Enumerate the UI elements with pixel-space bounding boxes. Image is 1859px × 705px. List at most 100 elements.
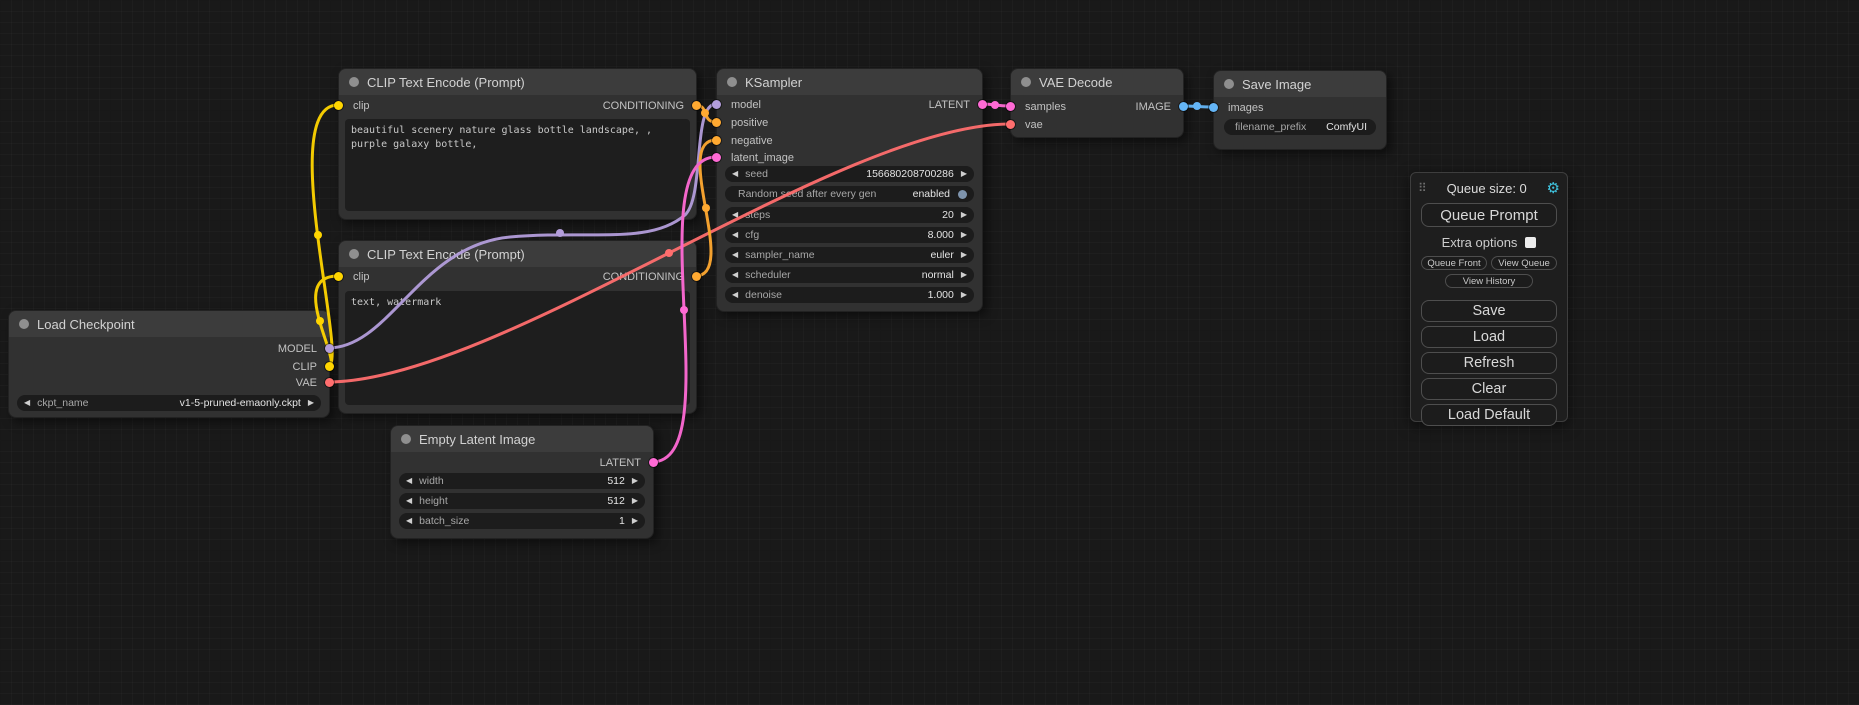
image-output-dot[interactable] xyxy=(1179,102,1188,111)
scheduler-widget[interactable]: ◀ scheduler normal ▶ xyxy=(725,267,974,283)
view-queue-button[interactable]: View Queue xyxy=(1491,256,1557,270)
increment-arrow-icon[interactable]: ▶ xyxy=(632,497,638,505)
node-graph-canvas[interactable]: Load Checkpoint MODEL CLIP VAE ◀ ckpt_na… xyxy=(0,0,1859,705)
denoise-widget[interactable]: ◀ denoise 1.000 ▶ xyxy=(725,287,974,303)
decrement-arrow-icon[interactable]: ◀ xyxy=(732,251,738,259)
input-slot-negative-label: negative xyxy=(731,134,773,148)
output-slot-image-label: IMAGE xyxy=(1136,100,1171,114)
widget-value: v1-5-pruned-emaonly.ckpt xyxy=(180,397,301,409)
decrement-arrow-icon[interactable]: ◀ xyxy=(732,211,738,219)
collapse-dot-icon[interactable] xyxy=(1021,77,1031,87)
collapse-dot-icon[interactable] xyxy=(19,319,29,329)
node-title: Save Image xyxy=(1242,77,1311,92)
steps-widget[interactable]: ◀ steps 20 ▶ xyxy=(725,207,974,223)
output-slot-vae-label: VAE xyxy=(296,376,317,390)
save-button[interactable]: Save xyxy=(1421,300,1557,322)
clip-output-dot[interactable] xyxy=(325,362,334,371)
node-title-bar[interactable]: KSampler xyxy=(717,69,982,95)
node-clip-text-encode-negative[interactable]: CLIP Text Encode (Prompt) clip CONDITION… xyxy=(338,240,697,414)
ckpt-name-widget[interactable]: ◀ ckpt_name v1-5-pruned-emaonly.ckpt ▶ xyxy=(17,395,321,411)
node-ksampler[interactable]: KSampler model positive negative latent_… xyxy=(716,68,983,312)
decrement-arrow-icon[interactable]: ◀ xyxy=(406,517,412,525)
samples-input-dot[interactable] xyxy=(1006,102,1015,111)
decrement-arrow-icon[interactable]: ◀ xyxy=(24,399,30,407)
widget-value: 156680208700286 xyxy=(866,168,954,180)
output-slot-clip-label: CLIP xyxy=(293,360,317,374)
widget-label: cfg xyxy=(745,229,759,241)
node-title-bar[interactable]: CLIP Text Encode (Prompt) xyxy=(339,69,696,95)
batch-size-widget[interactable]: ◀ batch_size 1 ▶ xyxy=(399,513,645,529)
negative-prompt-textarea[interactable]: text, watermark xyxy=(345,291,690,405)
model-input-dot[interactable] xyxy=(712,100,721,109)
decrement-arrow-icon[interactable]: ◀ xyxy=(732,271,738,279)
increment-arrow-icon[interactable]: ▶ xyxy=(961,291,967,299)
seed-widget[interactable]: ◀ seed 156680208700286 ▶ xyxy=(725,166,974,182)
increment-arrow-icon[interactable]: ▶ xyxy=(961,211,967,219)
conditioning-output-dot[interactable] xyxy=(692,101,701,110)
queue-size-label: Queue size: 0 xyxy=(1427,181,1547,196)
refresh-button[interactable]: Refresh xyxy=(1421,352,1557,374)
collapse-dot-icon[interactable] xyxy=(401,434,411,444)
decrement-arrow-icon[interactable]: ◀ xyxy=(406,497,412,505)
model-output-dot[interactable] xyxy=(325,344,334,353)
images-input-dot[interactable] xyxy=(1209,103,1218,112)
filename-prefix-widget[interactable]: filename_prefix ComfyUI xyxy=(1224,119,1376,135)
view-history-button[interactable]: View History xyxy=(1445,274,1533,288)
latent-output-dot[interactable] xyxy=(978,100,987,109)
decrement-arrow-icon[interactable]: ◀ xyxy=(406,477,412,485)
widget-value: 512 xyxy=(607,475,625,487)
decrement-arrow-icon[interactable]: ◀ xyxy=(732,291,738,299)
load-button[interactable]: Load xyxy=(1421,326,1557,348)
clip-input-dot[interactable] xyxy=(334,272,343,281)
node-load-checkpoint[interactable]: Load Checkpoint MODEL CLIP VAE ◀ ckpt_na… xyxy=(8,310,330,418)
clear-button[interactable]: Clear xyxy=(1421,378,1557,400)
increment-arrow-icon[interactable]: ▶ xyxy=(308,399,314,407)
node-title-bar[interactable]: Save Image xyxy=(1214,71,1386,97)
width-widget[interactable]: ◀ width 512 ▶ xyxy=(399,473,645,489)
height-widget[interactable]: ◀ height 512 ▶ xyxy=(399,493,645,509)
output-slot-latent-label: LATENT xyxy=(600,456,641,470)
node-title-bar[interactable]: Empty Latent Image xyxy=(391,426,653,452)
latent-output-dot[interactable] xyxy=(649,458,658,467)
collapse-dot-icon[interactable] xyxy=(1224,79,1234,89)
increment-arrow-icon[interactable]: ▶ xyxy=(961,271,967,279)
input-slot-clip-label: clip xyxy=(353,99,370,113)
cfg-widget[interactable]: ◀ cfg 8.000 ▶ xyxy=(725,227,974,243)
decrement-arrow-icon[interactable]: ◀ xyxy=(732,170,738,178)
drag-handle-icon[interactable]: ⠿ xyxy=(1418,181,1427,195)
node-empty-latent-image[interactable]: Empty Latent Image LATENT ◀ width 512 ▶ … xyxy=(390,425,654,539)
increment-arrow-icon[interactable]: ▶ xyxy=(961,251,967,259)
extra-options-checkbox[interactable] xyxy=(1525,237,1536,248)
collapse-dot-icon[interactable] xyxy=(349,77,359,87)
sampler-name-widget[interactable]: ◀ sampler_name euler ▶ xyxy=(725,247,974,263)
random-seed-toggle-widget[interactable]: Random seed after every gen enabled xyxy=(725,186,974,202)
node-title-bar[interactable]: Load Checkpoint xyxy=(9,311,329,337)
load-default-button[interactable]: Load Default xyxy=(1421,404,1557,426)
node-title-bar[interactable]: CLIP Text Encode (Prompt) xyxy=(339,241,696,267)
queue-front-button[interactable]: Queue Front xyxy=(1421,256,1487,270)
toggle-dot-icon[interactable] xyxy=(958,190,967,199)
increment-arrow-icon[interactable]: ▶ xyxy=(961,231,967,239)
settings-gear-icon[interactable]: ⚙ xyxy=(1547,181,1560,196)
increment-arrow-icon[interactable]: ▶ xyxy=(632,477,638,485)
collapse-dot-icon[interactable] xyxy=(727,77,737,87)
positive-prompt-textarea[interactable]: beautiful scenery nature glass bottle la… xyxy=(345,119,690,211)
decrement-arrow-icon[interactable]: ◀ xyxy=(732,231,738,239)
node-save-image[interactable]: Save Image images filename_prefix ComfyU… xyxy=(1213,70,1387,150)
input-slot-latent-image-label: latent_image xyxy=(731,151,794,165)
latent-image-input-dot[interactable] xyxy=(712,153,721,162)
increment-arrow-icon[interactable]: ▶ xyxy=(632,517,638,525)
node-title-bar[interactable]: VAE Decode xyxy=(1011,69,1183,95)
queue-prompt-button[interactable]: Queue Prompt xyxy=(1421,203,1557,227)
vae-input-dot[interactable] xyxy=(1006,120,1015,129)
positive-input-dot[interactable] xyxy=(712,118,721,127)
increment-arrow-icon[interactable]: ▶ xyxy=(961,170,967,178)
extra-options-label: Extra options xyxy=(1442,235,1518,250)
conditioning-output-dot[interactable] xyxy=(692,272,701,281)
negative-input-dot[interactable] xyxy=(712,136,721,145)
collapse-dot-icon[interactable] xyxy=(349,249,359,259)
clip-input-dot[interactable] xyxy=(334,101,343,110)
vae-output-dot[interactable] xyxy=(325,378,334,387)
node-vae-decode[interactable]: VAE Decode samples vae IMAGE xyxy=(1010,68,1184,138)
node-clip-text-encode-positive[interactable]: CLIP Text Encode (Prompt) clip CONDITION… xyxy=(338,68,697,220)
